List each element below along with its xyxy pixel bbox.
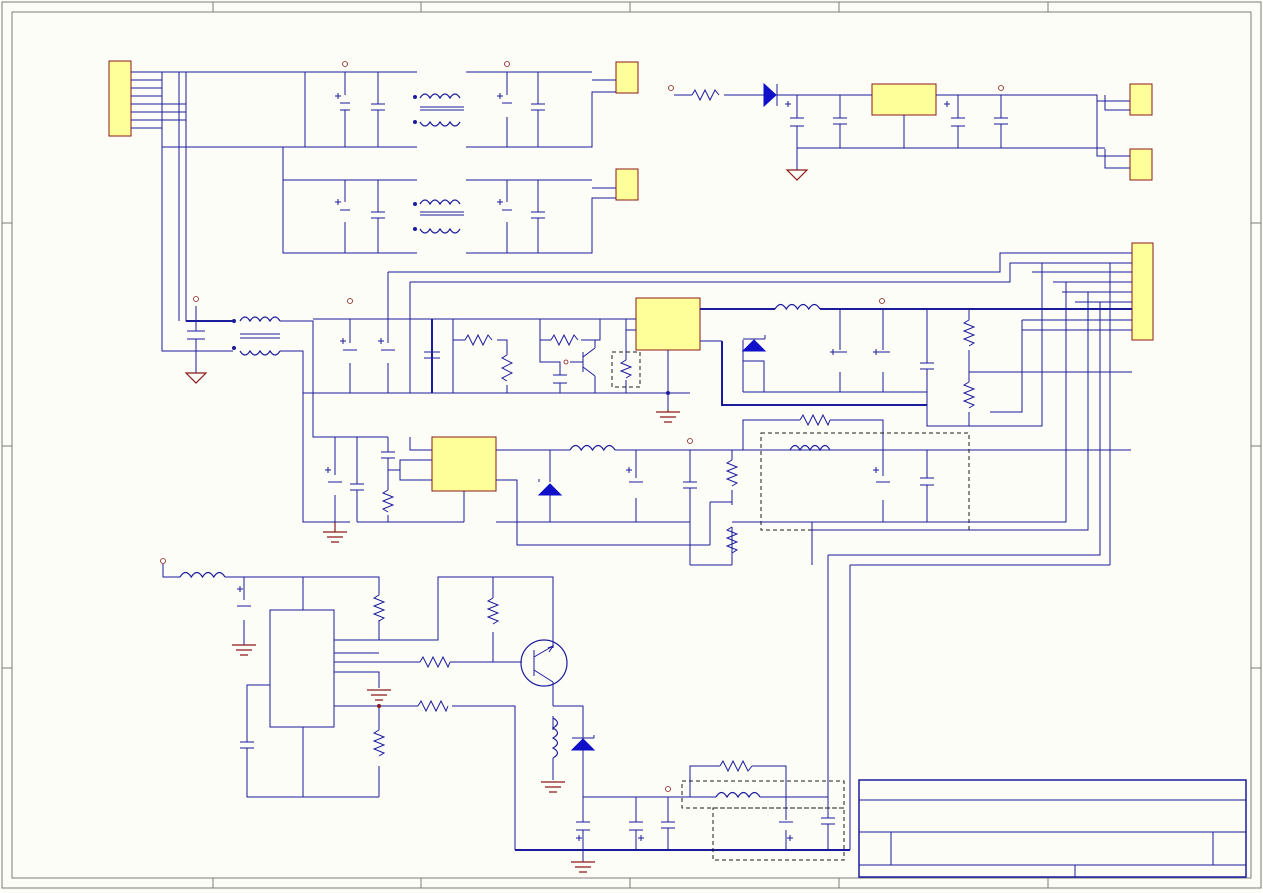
shield-outline-3b — [712, 807, 845, 861]
main-output-connector — [1131, 242, 1154, 341]
buck-controller-ic-1 — [635, 297, 701, 351]
connectors — [108, 60, 1154, 341]
buck-controller-ic-2 — [431, 436, 497, 492]
filter-section-2 — [340, 179, 616, 254]
output-connector-1 — [615, 61, 639, 94]
output-connector-2 — [615, 168, 639, 201]
schematic-drawing — [1, 1, 1262, 889]
shield-outline-3 — [681, 780, 845, 809]
sheet-frame — [1, 1, 1262, 889]
input-connector — [108, 60, 132, 137]
aux-connector-2 — [1129, 148, 1153, 181]
controller-ic-3 — [269, 609, 335, 728]
regulator-ic-aux — [871, 83, 937, 116]
aux-connector-1 — [1129, 83, 1153, 116]
polarity-marks — [237, 93, 950, 841]
output-filter-2 — [732, 282, 1110, 850]
main-input-bus — [184, 252, 1132, 523]
output-stage-1 — [700, 263, 1132, 565]
npn-transistor-icon — [520, 639, 568, 687]
output-filter-3 — [515, 759, 850, 861]
filter-section-1 — [304, 61, 616, 148]
schematic-sheet — [0, 0, 1263, 893]
title-block — [858, 779, 1247, 878]
controller-3-area — [160, 558, 596, 873]
